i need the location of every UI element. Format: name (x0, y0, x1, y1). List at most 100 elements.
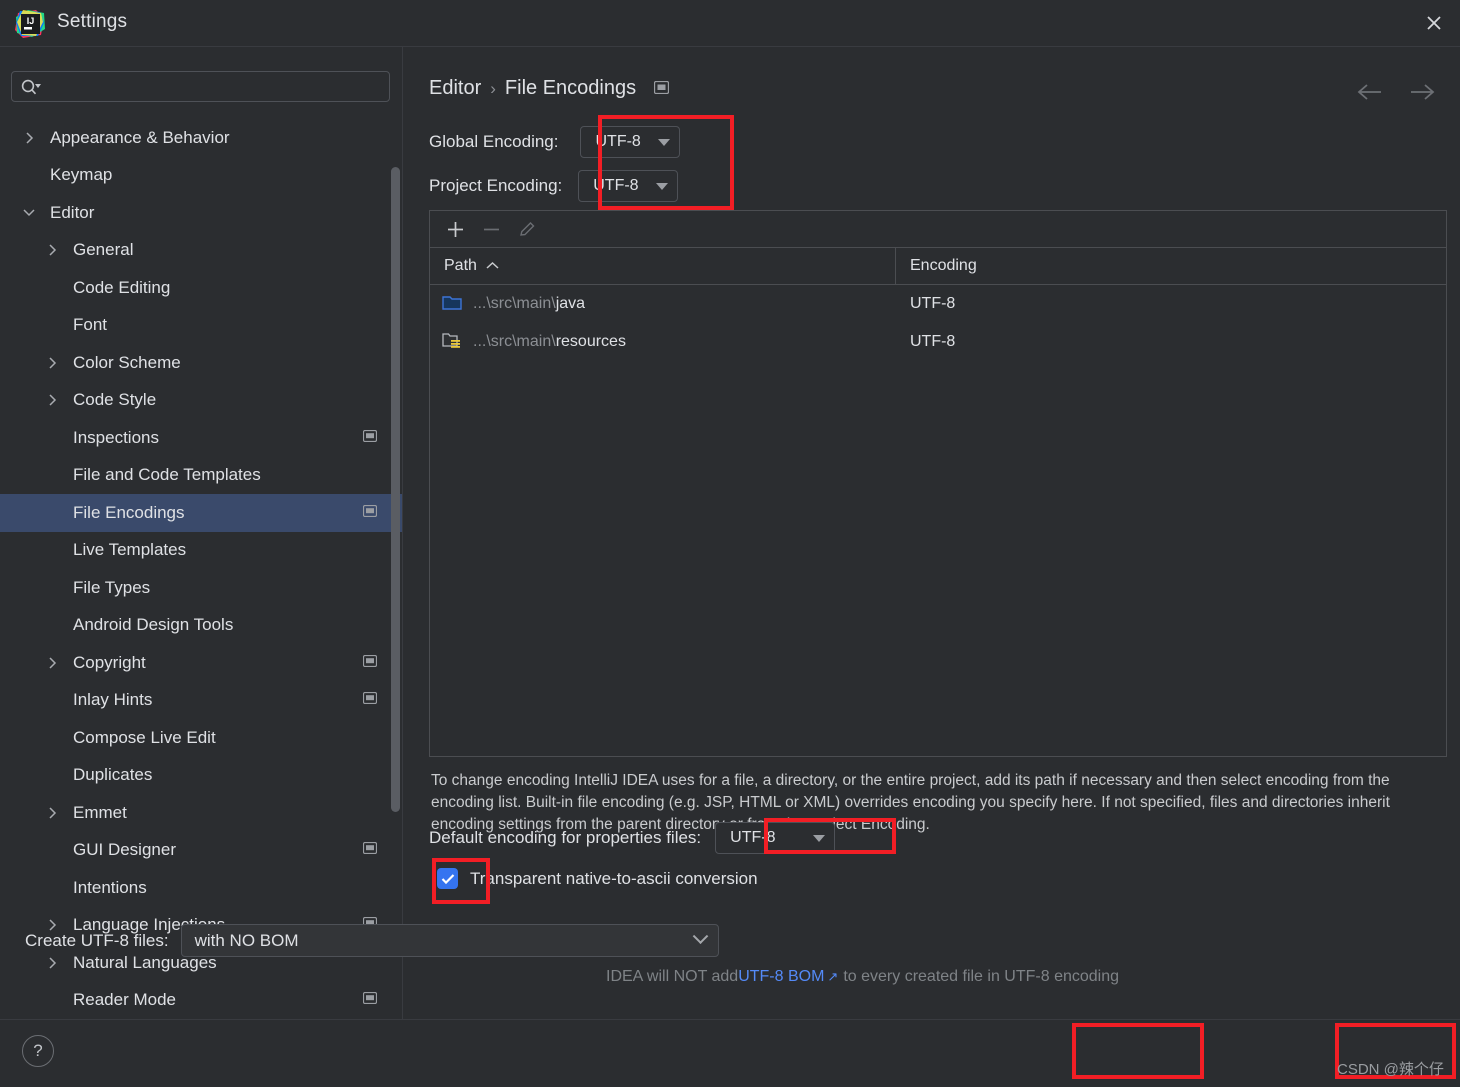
bom-note: IDEA will NOT add UTF-8 BOM ↗ to every c… (606, 968, 1119, 986)
sidebar-item-label: Inspections (73, 427, 159, 447)
sidebar-item-label: Editor (50, 202, 95, 222)
utf8-bom-link[interactable]: UTF-8 BOM (738, 968, 824, 986)
sidebar-item-inspections[interactable]: Inspections (0, 419, 402, 457)
native-to-ascii-row: Transparent native-to-ascii conversion (437, 868, 758, 889)
project-encoding-label: Project Encoding: (429, 176, 563, 195)
table-cell-encoding[interactable]: UTF-8 (896, 295, 1446, 313)
create-utf8-value: with NO BOM (194, 930, 299, 950)
csdn-watermark: CSDN @辣个仔 (1337, 1061, 1444, 1078)
forward-arrow-icon[interactable] (1408, 83, 1436, 106)
help-button[interactable]: ? (22, 1035, 54, 1067)
title-bar: IJ Settings (0, 0, 1460, 47)
back-arrow-icon[interactable] (1356, 83, 1384, 106)
sidebar-item-gui-designer[interactable]: GUI Designer (0, 832, 402, 870)
sidebar-item-label: Code Style (73, 390, 157, 410)
settings-badge-icon (362, 691, 378, 709)
search-field[interactable] (11, 71, 390, 102)
breadcrumb-separator: › (490, 78, 496, 98)
settings-dialog: IJ Settings Appearance & Behavior Keymap… (0, 0, 1460, 1087)
sidebar-item-general[interactable]: General (0, 232, 402, 270)
create-utf8-combo[interactable]: with NO BOM (180, 924, 719, 957)
chevron-down-icon[interactable] (22, 206, 36, 220)
external-link-icon: ↗ (827, 969, 839, 984)
settings-badge-icon (362, 654, 378, 672)
sidebar-item-keymap[interactable]: Keymap (0, 157, 402, 195)
sidebar-item-copyright[interactable]: Copyright (0, 644, 402, 682)
window-title: Settings (57, 11, 128, 32)
breadcrumb: Editor › File Encodings (429, 77, 670, 100)
sidebar-item-reader-mode[interactable]: Reader Mode (0, 982, 402, 1020)
sort-ascending-icon (486, 257, 499, 275)
sidebar-item-label: File and Code Templates (73, 465, 261, 485)
sidebar-item-file-and-code-templates[interactable]: File and Code Templates (0, 457, 402, 495)
sidebar-item-label: Color Scheme (73, 352, 181, 372)
chevron-right-icon[interactable] (45, 956, 59, 970)
table-toolbar (430, 211, 1446, 248)
default-properties-encoding-label: Default encoding for properties files: (429, 828, 702, 847)
project-encoding-combo[interactable]: UTF-8 (578, 170, 679, 202)
sidebar-item-compose-live-edit[interactable]: Compose Live Edit (0, 719, 402, 757)
sidebar-item-label: Intentions (73, 877, 147, 897)
settings-badge-icon (362, 504, 378, 522)
global-encoding-row: Global Encoding: UTF-8 (429, 126, 681, 158)
project-encoding-row: Project Encoding: UTF-8 (429, 170, 679, 202)
svg-text:IJ: IJ (27, 16, 35, 26)
sidebar-item-label: Font (73, 315, 108, 335)
edit-path-button[interactable] (512, 215, 542, 243)
default-properties-encoding-value: UTF-8 (730, 829, 776, 846)
sidebar-item-file-types[interactable]: File Types (0, 569, 402, 607)
search-input[interactable] (50, 72, 386, 101)
sidebar-item-label: Android Design Tools (73, 615, 234, 635)
chevron-right-icon[interactable] (45, 656, 59, 670)
default-properties-encoding-row: Default encoding for properties files: U… (429, 822, 836, 854)
sidebar-item-color-scheme[interactable]: Color Scheme (0, 344, 402, 382)
default-properties-encoding-combo[interactable]: UTF-8 (715, 822, 836, 854)
bom-note-prefix: IDEA will NOT add (606, 968, 739, 985)
native-to-ascii-checkbox[interactable] (437, 868, 458, 889)
table-cell-encoding[interactable]: UTF-8 (896, 333, 1446, 351)
table-cell-path-name: java (555, 295, 586, 312)
sidebar-item-android-design-tools[interactable]: Android Design Tools (0, 607, 402, 645)
chevron-right-icon[interactable] (45, 243, 59, 257)
sidebar-item-duplicates[interactable]: Duplicates (0, 757, 402, 795)
sidebar-item-inlay-hints[interactable]: Inlay Hints (0, 682, 402, 720)
sidebar-scrollbar-thumb[interactable] (391, 167, 400, 812)
breadcrumb-parent[interactable]: Editor (429, 77, 481, 100)
sidebar-item-label: Reader Mode (73, 990, 177, 1010)
navigation-arrows (1356, 83, 1436, 106)
column-header-path[interactable]: Path (430, 248, 896, 284)
global-encoding-combo[interactable]: UTF-8 (580, 126, 681, 158)
chevron-right-icon[interactable] (45, 356, 59, 370)
settings-badge-icon (362, 429, 378, 447)
dialog-footer: ? OK Cancel Apply (0, 1019, 1460, 1087)
chevron-right-icon[interactable] (45, 806, 59, 820)
folder-resources-icon (442, 331, 463, 354)
add-path-button[interactable] (440, 215, 470, 243)
sidebar-item-font[interactable]: Font (0, 307, 402, 345)
close-button[interactable] (1416, 6, 1452, 40)
sidebar-item-label: Copyright (73, 652, 146, 672)
table-row[interactable]: ...\src\main\java UTF-8 (430, 285, 1446, 323)
sidebar-item-editor[interactable]: Editor (0, 194, 402, 232)
project-encoding-value: UTF-8 (593, 177, 639, 194)
settings-badge-icon (362, 841, 378, 859)
table-row[interactable]: ...\src\main\resources UTF-8 (430, 323, 1446, 361)
search-icon (20, 78, 42, 103)
sidebar-item-file-encodings[interactable]: File Encodings (0, 494, 402, 532)
sidebar-item-label: Emmet (73, 802, 127, 822)
sidebar-item-code-style[interactable]: Code Style (0, 382, 402, 420)
chevron-right-icon[interactable] (22, 131, 36, 145)
sidebar-item-appearance-behavior[interactable]: Appearance & Behavior (0, 119, 402, 157)
table-cell-path-prefix: ...\src\main\ (473, 295, 556, 312)
sidebar-item-live-templates[interactable]: Live Templates (0, 532, 402, 570)
sidebar-item-label: Duplicates (73, 765, 153, 785)
sidebar-item-emmet[interactable]: Emmet (0, 794, 402, 832)
sidebar-item-code-editing[interactable]: Code Editing (0, 269, 402, 307)
sidebar-item-intentions[interactable]: Intentions (0, 869, 402, 907)
chevron-right-icon[interactable] (45, 393, 59, 407)
sidebar-item-label: Compose Live Edit (73, 727, 216, 747)
column-header-encoding[interactable]: Encoding (896, 248, 1446, 284)
column-header-encoding-label: Encoding (910, 257, 977, 274)
remove-path-button[interactable] (476, 215, 506, 243)
settings-tree: Appearance & Behavior Keymap Editor General… (0, 119, 402, 1020)
